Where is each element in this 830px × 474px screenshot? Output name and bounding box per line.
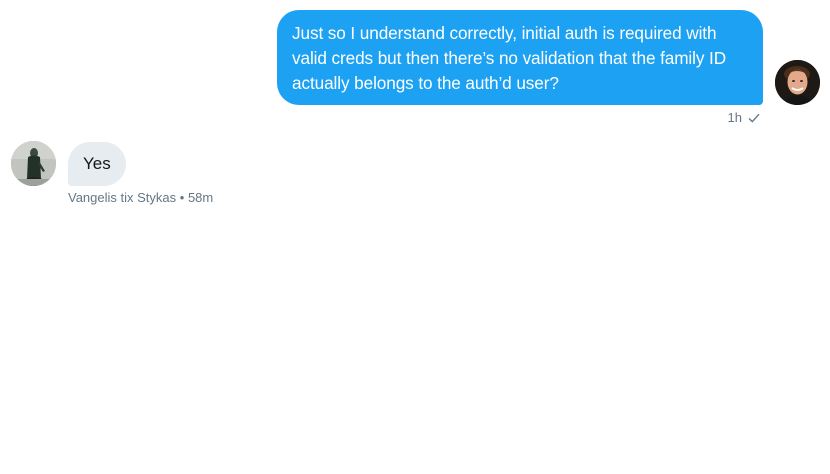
outgoing-message-meta: 1h xyxy=(728,110,760,125)
incoming-message-time: 58m xyxy=(187,190,214,205)
conversation-thread: Just so I understand correctly, initial … xyxy=(0,0,830,474)
incoming-message-bubble[interactable]: Yes xyxy=(68,142,126,186)
incoming-message-meta: Vangelis tix Stykas • 58m xyxy=(68,190,213,205)
meta-separator: • xyxy=(179,190,185,205)
contact-avatar-image xyxy=(11,141,56,186)
user-avatar-image xyxy=(775,60,820,105)
outgoing-message-bubble[interactable]: Just so I understand correctly, initial … xyxy=(277,10,763,105)
incoming-message-sender[interactable]: Vangelis tix Stykas xyxy=(68,190,176,205)
check-icon xyxy=(748,112,760,124)
user-avatar[interactable] xyxy=(775,60,820,105)
outgoing-message-time: 1h xyxy=(727,110,742,125)
contact-avatar[interactable] xyxy=(11,141,56,186)
